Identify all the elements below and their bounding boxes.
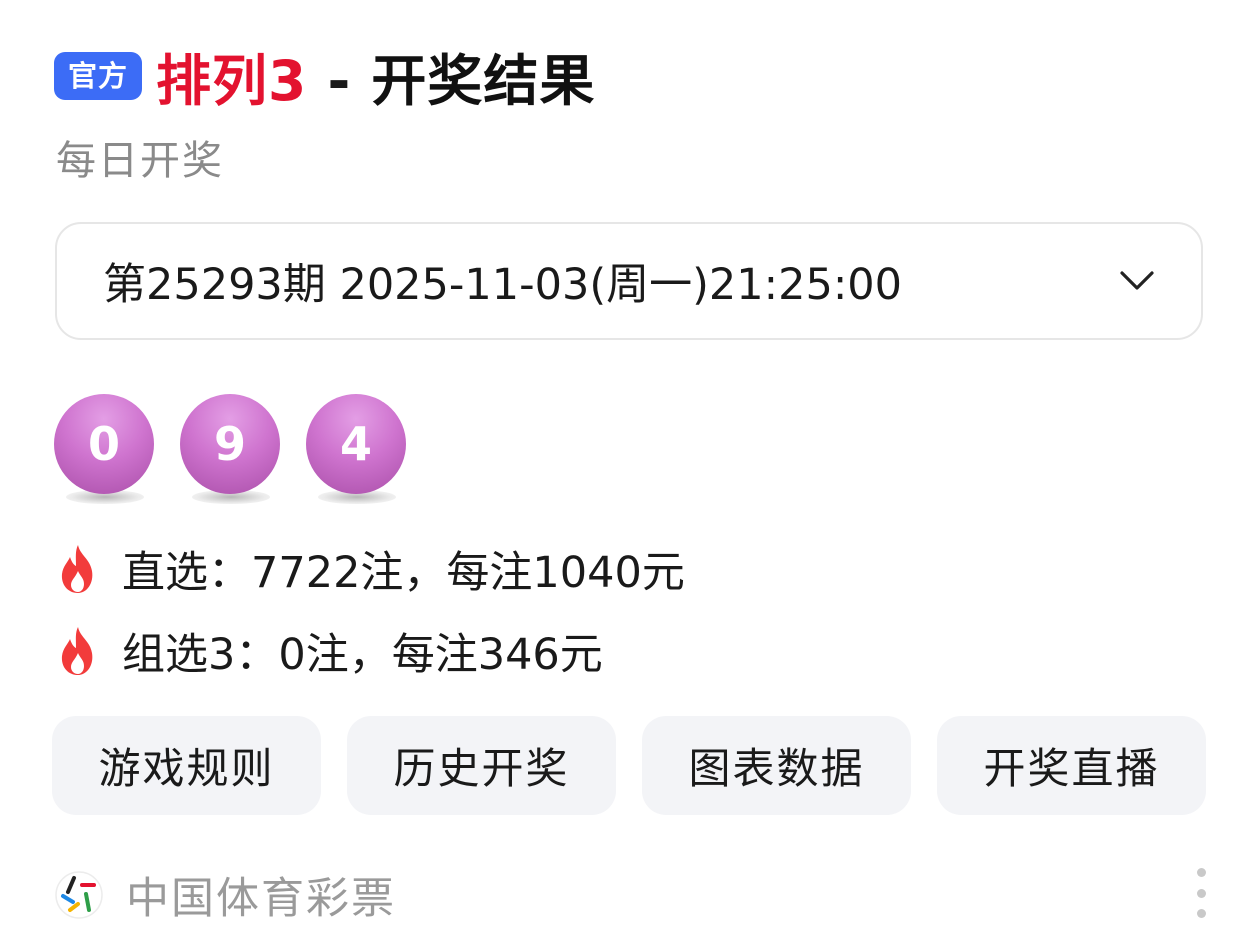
chart-data-button[interactable]: 图表数据 <box>642 716 911 815</box>
title-suffix: 开奖结果 <box>371 49 596 113</box>
game-rules-button[interactable]: 游戏规则 <box>52 716 321 815</box>
game-name: 排列3 <box>156 49 308 113</box>
winning-numbers: 0 9 4 <box>54 394 432 512</box>
action-buttons: 游戏规则 历史开奖 图表数据 开奖直播 <box>52 716 1206 815</box>
prize-text: 组选3：0注，每注346元 <box>122 630 603 680</box>
number-ball-3: 4 <box>306 394 408 512</box>
title-separator: - <box>307 49 372 113</box>
ball-digit: 9 <box>180 394 280 494</box>
number-ball-2: 9 <box>180 394 282 512</box>
ball-digit: 0 <box>54 394 154 494</box>
draw-frequency: 每日开奖 <box>56 138 224 184</box>
period-select[interactable]: 第25293期 2025-11-03(周一)21:25:00 <box>55 222 1203 340</box>
prize-line-group3: 组选3：0注，每注346元 <box>54 620 603 682</box>
number-ball-1: 0 <box>54 394 156 512</box>
source-name: 中国体育彩票 <box>126 874 396 924</box>
fire-icon <box>61 545 93 593</box>
history-draws-button[interactable]: 历史开奖 <box>347 716 616 815</box>
page-title: 排列3 - 开奖结果 <box>156 36 595 116</box>
china-sports-lottery-logo-icon <box>55 871 103 919</box>
ball-digit: 4 <box>306 394 406 494</box>
fire-icon <box>61 627 93 675</box>
official-badge: 官方 <box>54 52 143 100</box>
prize-text: 直选：7722注，每注1040元 <box>122 548 685 598</box>
more-vertical-icon[interactable] <box>1188 868 1214 918</box>
period-selected-value: 第25293期 2025-11-03(周一)21:25:00 <box>103 260 903 310</box>
card-header: 官方 排列3 - 开奖结果 <box>54 40 595 113</box>
live-draw-button[interactable]: 开奖直播 <box>937 716 1206 815</box>
prize-line-direct: 直选：7722注，每注1040元 <box>54 538 685 600</box>
source-footer: 中国体育彩票 <box>54 864 396 926</box>
chevron-down-icon <box>1117 261 1157 301</box>
